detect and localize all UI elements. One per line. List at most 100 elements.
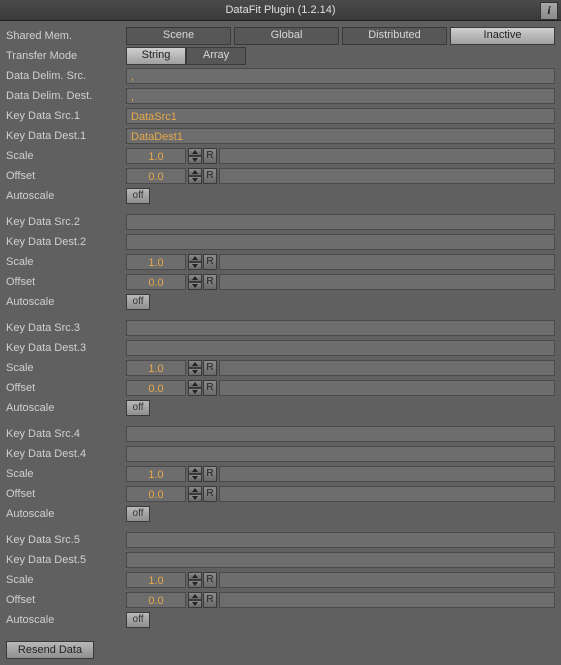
scale-reset-button[interactable]: R <box>203 148 217 164</box>
shared-mem-segmented: Scene Global Distributed Inactive <box>126 27 555 45</box>
scale-label: Scale <box>6 362 126 374</box>
shared-mem-distributed[interactable]: Distributed <box>342 27 447 45</box>
scale-input[interactable]: 1.0 <box>126 360 186 376</box>
scale-input[interactable]: 1.0 <box>126 148 186 164</box>
autoscale-toggle[interactable]: off <box>126 506 150 522</box>
delim-dest-label: Data Delim. Dest. <box>6 90 126 102</box>
offset-input[interactable]: 0.0 <box>126 486 186 502</box>
scale-slider[interactable] <box>219 254 555 270</box>
offset-spin-up[interactable] <box>188 168 202 176</box>
offset-slider[interactable] <box>219 486 555 502</box>
key-data-dest-input[interactable] <box>126 446 555 462</box>
delim-src-input[interactable]: , <box>126 68 555 84</box>
offset-reset-button[interactable]: R <box>203 380 217 396</box>
scale-slider[interactable] <box>219 360 555 376</box>
scale-spin-up[interactable] <box>188 254 202 262</box>
offset-slider[interactable] <box>219 380 555 396</box>
scale-spinner <box>188 148 202 164</box>
offset-spin-up[interactable] <box>188 380 202 388</box>
key-data-src-input[interactable] <box>126 214 555 230</box>
offset-spin-up[interactable] <box>188 592 202 600</box>
key-data-src-input[interactable] <box>126 320 555 336</box>
autoscale-toggle[interactable]: off <box>126 294 150 310</box>
shared-mem-scene[interactable]: Scene <box>126 27 231 45</box>
offset-spinner <box>188 168 202 184</box>
scale-slider[interactable] <box>219 466 555 482</box>
offset-label: Offset <box>6 382 126 394</box>
scale-spin-up[interactable] <box>188 572 202 580</box>
scale-spin-down[interactable] <box>188 262 202 270</box>
offset-label: Offset <box>6 594 126 606</box>
offset-reset-button[interactable]: R <box>203 486 217 502</box>
key-data-dest-input[interactable] <box>126 234 555 250</box>
transfer-mode-array[interactable]: Array <box>186 47 246 65</box>
key-data-src-label: Key Data Src.1 <box>6 110 126 122</box>
transfer-mode-segmented: String Array <box>126 47 246 65</box>
key-data-src-label: Key Data Src.3 <box>6 322 126 334</box>
scale-input[interactable]: 1.0 <box>126 254 186 270</box>
channel-block: Key Data Src.2 Key Data Dest.2 Scale 1.0… <box>6 213 555 319</box>
offset-spin-down[interactable] <box>188 388 202 396</box>
key-data-dest-label: Key Data Dest.1 <box>6 130 126 142</box>
scale-reset-button[interactable]: R <box>203 466 217 482</box>
key-data-src-input[interactable]: DataSrc1 <box>126 108 555 124</box>
scale-spinner <box>188 360 202 376</box>
key-data-src-input[interactable] <box>126 426 555 442</box>
offset-input[interactable]: 0.0 <box>126 592 186 608</box>
offset-spinner <box>188 592 202 608</box>
autoscale-toggle[interactable]: off <box>126 400 150 416</box>
delim-dest-input[interactable]: , <box>126 88 555 104</box>
key-data-dest-label: Key Data Dest.4 <box>6 448 126 460</box>
info-button[interactable]: i <box>540 2 558 20</box>
scale-spin-down[interactable] <box>188 368 202 376</box>
shared-mem-inactive[interactable]: Inactive <box>450 27 555 45</box>
key-data-src-input[interactable] <box>126 532 555 548</box>
autoscale-toggle[interactable]: off <box>126 188 150 204</box>
offset-reset-button[interactable]: R <box>203 274 217 290</box>
transfer-mode-string[interactable]: String <box>126 47 186 65</box>
scale-input[interactable]: 1.0 <box>126 572 186 588</box>
offset-input[interactable]: 0.0 <box>126 380 186 396</box>
key-data-dest-input[interactable] <box>126 552 555 568</box>
offset-spin-down[interactable] <box>188 282 202 290</box>
offset-spin-down[interactable] <box>188 600 202 608</box>
shared-mem-global[interactable]: Global <box>234 27 339 45</box>
offset-spin-up[interactable] <box>188 274 202 282</box>
key-data-dest-input[interactable]: DataDest1 <box>126 128 555 144</box>
offset-slider[interactable] <box>219 592 555 608</box>
shared-mem-label: Shared Mem. <box>6 30 126 42</box>
offset-spin-down[interactable] <box>188 176 202 184</box>
scale-spin-down[interactable] <box>188 474 202 482</box>
scale-slider[interactable] <box>219 572 555 588</box>
offset-spinner <box>188 274 202 290</box>
scale-slider[interactable] <box>219 148 555 164</box>
offset-slider[interactable] <box>219 274 555 290</box>
scale-spin-down[interactable] <box>188 156 202 164</box>
offset-spinner <box>188 486 202 502</box>
scale-reset-button[interactable]: R <box>203 360 217 376</box>
scale-reset-button[interactable]: R <box>203 254 217 270</box>
key-data-src-label: Key Data Src.5 <box>6 534 126 546</box>
scale-spin-up[interactable] <box>188 360 202 368</box>
resend-data-button[interactable]: Resend Data <box>6 641 94 659</box>
key-data-dest-input[interactable] <box>126 340 555 356</box>
offset-input[interactable]: 0.0 <box>126 168 186 184</box>
scale-spin-down[interactable] <box>188 580 202 588</box>
offset-reset-button[interactable]: R <box>203 168 217 184</box>
window-title: DataFit Plugin (1.2.14) <box>225 4 335 16</box>
scale-label: Scale <box>6 574 126 586</box>
offset-slider[interactable] <box>219 168 555 184</box>
offset-reset-button[interactable]: R <box>203 592 217 608</box>
scale-spinner <box>188 466 202 482</box>
scale-spin-up[interactable] <box>188 466 202 474</box>
scale-reset-button[interactable]: R <box>203 572 217 588</box>
scale-input[interactable]: 1.0 <box>126 466 186 482</box>
offset-input[interactable]: 0.0 <box>126 274 186 290</box>
autoscale-toggle[interactable]: off <box>126 612 150 628</box>
scale-label: Scale <box>6 468 126 480</box>
scale-spin-up[interactable] <box>188 148 202 156</box>
offset-spin-up[interactable] <box>188 486 202 494</box>
offset-spin-down[interactable] <box>188 494 202 502</box>
scale-spinner <box>188 254 202 270</box>
key-data-dest-label: Key Data Dest.3 <box>6 342 126 354</box>
